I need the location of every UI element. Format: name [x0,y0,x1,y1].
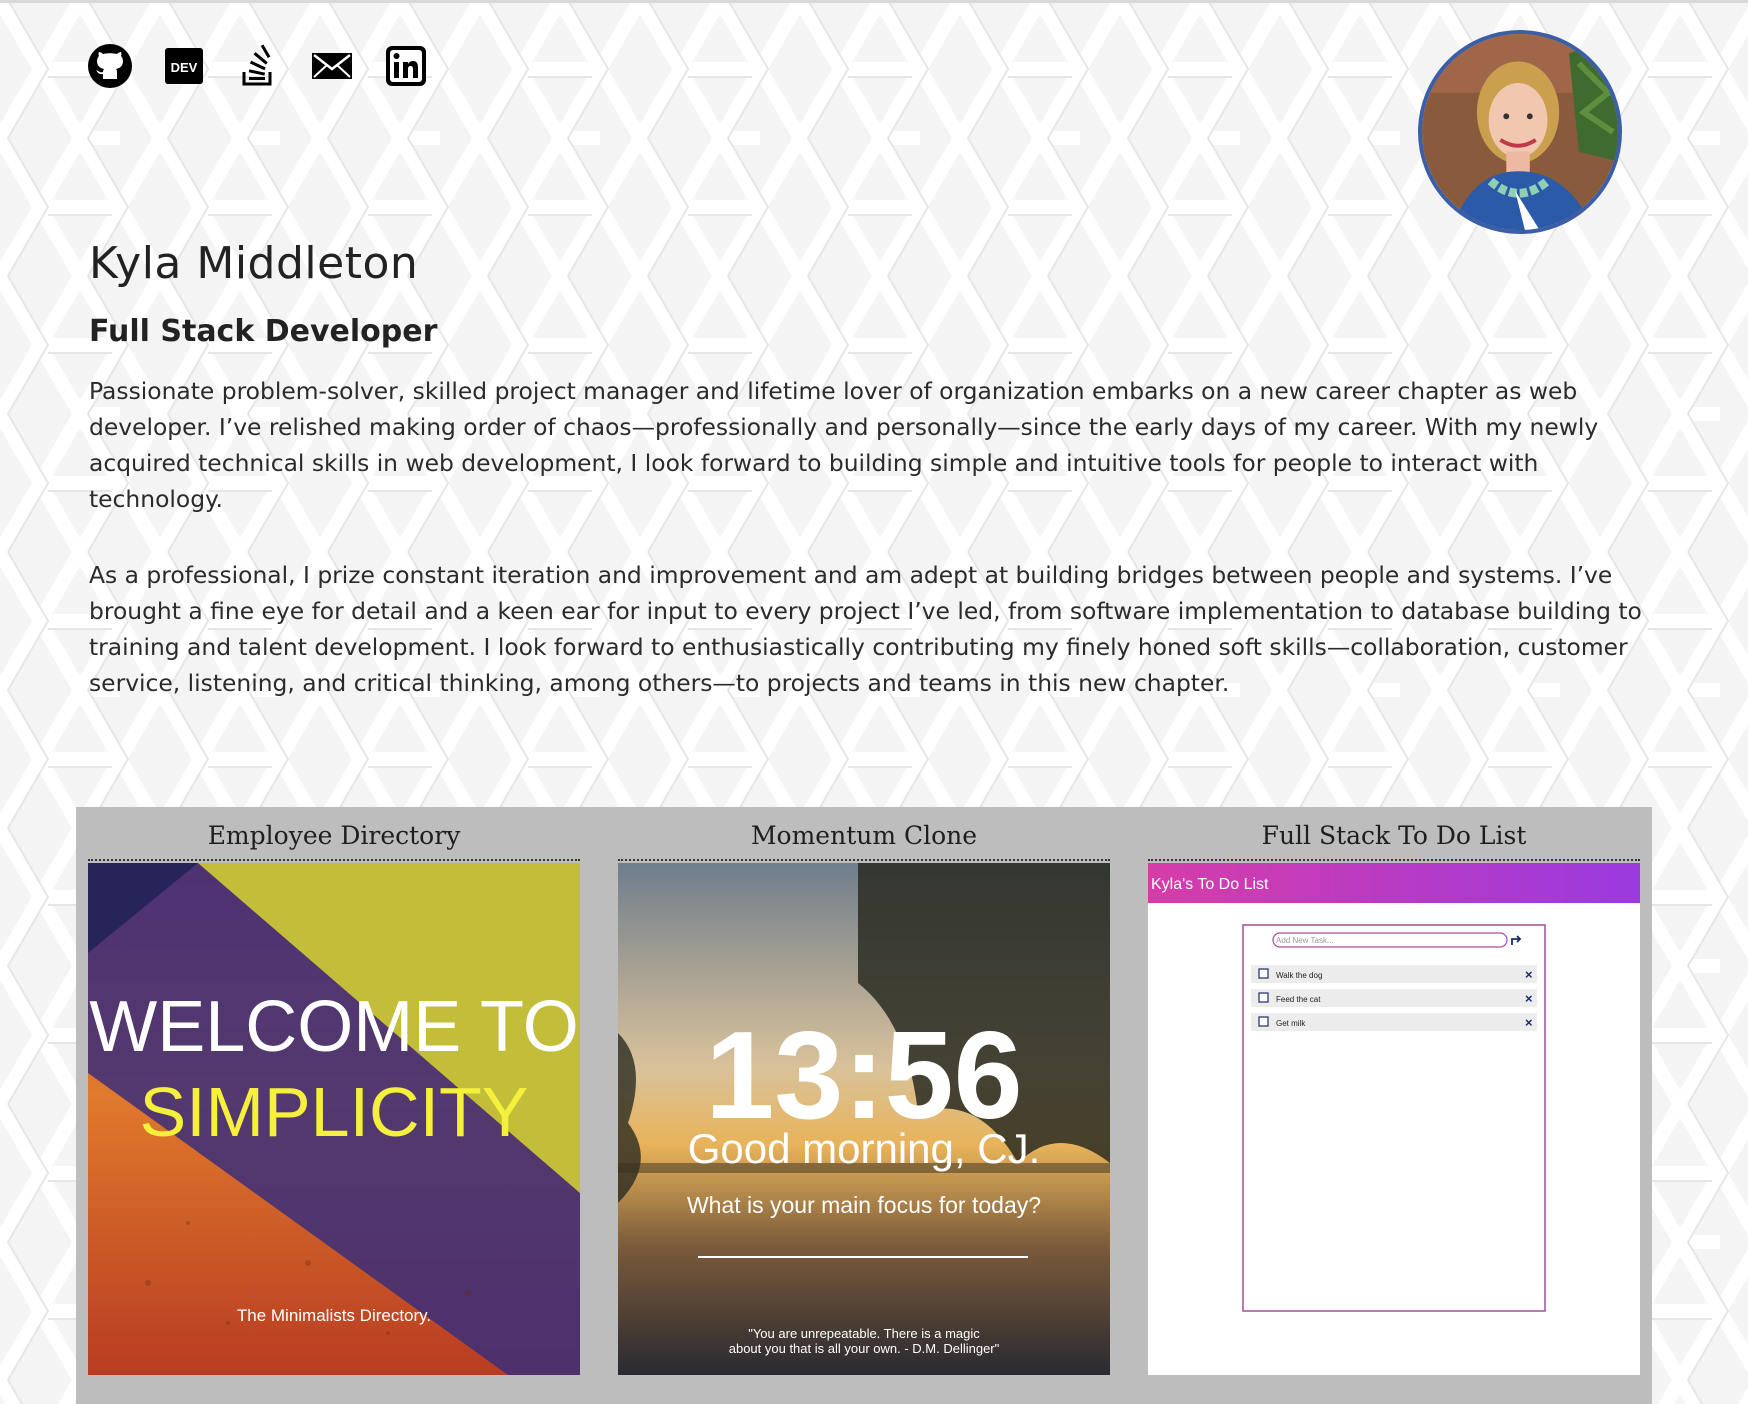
focus-prompt: What is your main focus for today? [687,1192,1041,1218]
employee-directory-thumbnail-art: WELCOME TO SIMPLICITY The Minimalists Di… [88,863,580,1375]
todo-header: Kyla's To Do List [1151,876,1269,893]
project-card-employee-directory[interactable]: Employee Directory WELCOME TO SIMPLICITY… [88,807,580,1375]
project-card-momentum-clone[interactable]: Momentum Clone 13:56 Good morning, CJ. W… [618,807,1110,1375]
task-item: Get milk [1276,1019,1306,1028]
page-title: Kyla Middleton [89,238,419,289]
project-title[interactable]: Full Stack To Do List [1148,807,1640,861]
bio-paragraph-2: As a professional, I prize constant iter… [89,561,1642,697]
thumb-headline: WELCOME TO [89,987,578,1067]
delete-icon: × [1525,967,1533,982]
profile-photo [1422,34,1618,230]
github-link[interactable] [86,42,134,90]
project-title[interactable]: Employee Directory [88,807,580,861]
stackoverflow-link[interactable] [234,42,282,90]
avatar [1418,30,1622,234]
social-links: DEV [86,42,456,90]
dev-icon: DEV [165,48,203,84]
top-rule [0,0,1748,3]
project-title[interactable]: Momentum Clone [618,807,1110,861]
job-title: Full Stack Developer [89,314,438,349]
project-card-todo-list[interactable]: Full Stack To Do List Kyla's To Do List … [1148,807,1640,1375]
linkedin-link[interactable] [382,42,430,90]
project-thumbnail[interactable]: Kyla's To Do List Add New Task... Walk t… [1148,863,1640,1375]
new-task-placeholder: Add New Task... [1276,936,1334,945]
momentum-thumbnail-art: 13:56 Good morning, CJ. What is your mai… [618,863,1110,1375]
quote-line-2: about you that is all your own. - D.M. D… [729,1341,1000,1356]
svg-text:DEV: DEV [171,60,198,75]
email-icon [312,53,352,79]
email-link[interactable] [308,42,356,90]
dev-link[interactable]: DEV [160,42,208,90]
quote-line-1: "You are unrepeatable. There is a magic [748,1326,980,1341]
project-thumbnail[interactable]: 13:56 Good morning, CJ. What is your mai… [618,863,1110,1375]
linkedin-icon [386,46,426,86]
portfolio-section: Employee Directory WELCOME TO SIMPLICITY… [76,807,1652,1404]
stackoverflow-icon [242,44,272,86]
thumb-subheadline: SIMPLICITY [140,1073,529,1151]
project-thumbnail[interactable]: WELCOME TO SIMPLICITY The Minimalists Di… [88,863,580,1375]
task-item: Feed the cat [1276,995,1321,1004]
github-icon [88,44,132,88]
greeting-text: Good morning, CJ. [688,1125,1041,1172]
delete-icon: × [1525,991,1533,1006]
delete-icon: × [1525,1015,1533,1030]
todo-thumbnail-art: Kyla's To Do List Add New Task... Walk t… [1148,863,1640,1375]
thumb-caption: The Minimalists Directory. [237,1306,431,1325]
bio-paragraph-1: Passionate problem-solver, skilled proje… [89,377,1599,513]
task-item: Walk the dog [1276,971,1322,980]
